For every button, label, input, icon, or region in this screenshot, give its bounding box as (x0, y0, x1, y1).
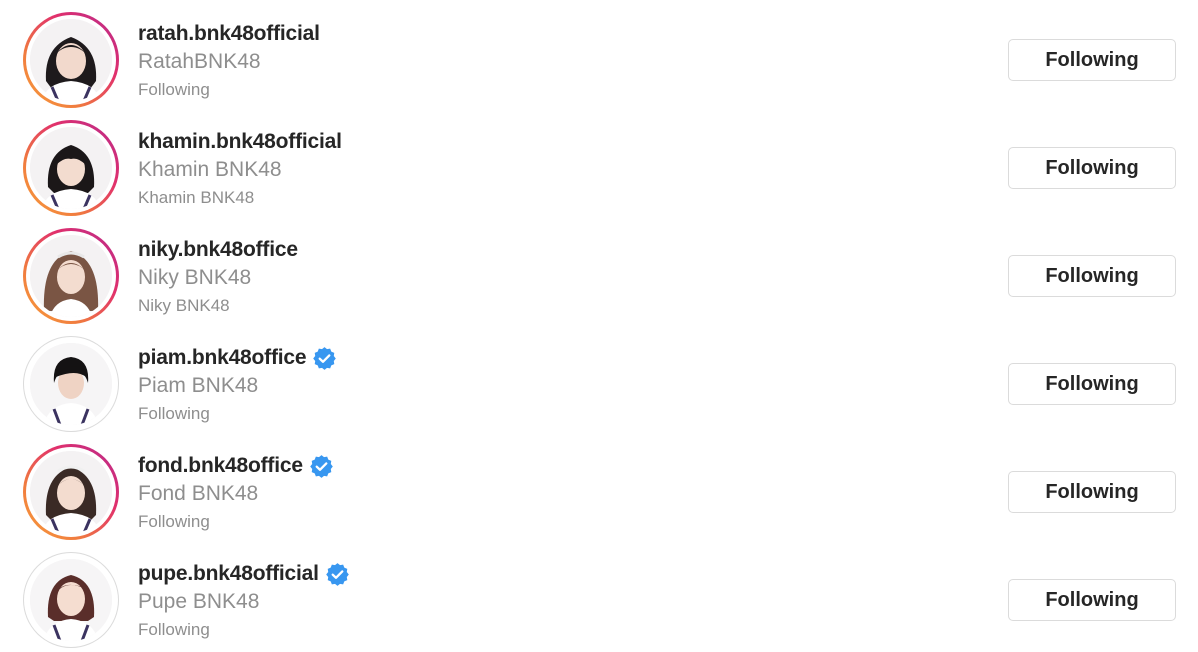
username[interactable]: niky.bnk48office (138, 238, 298, 262)
profile-photo-icon (30, 451, 112, 533)
profile-photo-icon (30, 559, 112, 641)
list-item: piam.bnk48office Piam BNK48 Following Fo… (0, 324, 1198, 432)
following-button[interactable]: Following (1008, 39, 1176, 81)
subtext: Khamin BNK48 (138, 188, 255, 207)
username[interactable]: ratah.bnk48official (138, 22, 320, 46)
verified-badge-icon (310, 454, 333, 478)
story-ring[interactable] (23, 12, 119, 108)
following-button[interactable]: Following (1008, 147, 1176, 189)
username[interactable]: fond.bnk48office (138, 454, 303, 478)
full-name: Niky BNK48 (138, 266, 252, 289)
following-list: ratah.bnk48official RatahBNK48 Following… (0, 0, 1198, 652)
full-name: RatahBNK48 (138, 50, 261, 73)
profile-photo-icon (30, 343, 112, 425)
list-item: pupe.bnk48official Pupe BNK48 Following … (0, 540, 1198, 648)
story-ring[interactable] (23, 444, 119, 540)
subtext: Following (138, 620, 210, 639)
full-name: Khamin BNK48 (138, 158, 282, 181)
verified-badge-icon (325, 562, 349, 586)
full-name: Piam BNK48 (138, 374, 259, 397)
avatar-border[interactable] (23, 552, 119, 648)
full-name: Fond BNK48 (138, 482, 259, 505)
avatar-border[interactable] (23, 336, 119, 432)
subtext: Following (138, 404, 210, 423)
story-ring[interactable] (23, 228, 119, 324)
avatar[interactable] (30, 19, 112, 101)
avatar[interactable] (30, 559, 112, 641)
profile-photo-icon (30, 19, 112, 101)
list-item: ratah.bnk48official RatahBNK48 Following… (0, 0, 1198, 108)
story-ring[interactable] (23, 120, 119, 216)
list-item: khamin.bnk48official Khamin BNK48 Khamin… (0, 108, 1198, 216)
following-button[interactable]: Following (1008, 363, 1176, 405)
subtext: Following (138, 80, 210, 99)
avatar[interactable] (30, 343, 112, 425)
list-item: niky.bnk48office Niky BNK48 Niky BNK48 F… (0, 216, 1198, 324)
following-button[interactable]: Following (1008, 471, 1176, 513)
list-item: fond.bnk48office Fond BNK48 Following Fo… (0, 432, 1198, 540)
avatar[interactable] (30, 127, 112, 209)
subtext: Following (138, 512, 210, 531)
subtext: Niky BNK48 (138, 296, 230, 315)
profile-photo-icon (30, 235, 112, 317)
profile-photo-icon (30, 127, 112, 209)
username[interactable]: pupe.bnk48official (138, 562, 319, 586)
full-name: Pupe BNK48 (138, 590, 260, 613)
avatar[interactable] (30, 235, 112, 317)
username[interactable]: khamin.bnk48official (138, 130, 342, 154)
username[interactable]: piam.bnk48office (138, 346, 307, 370)
verified-badge-icon (313, 346, 337, 370)
avatar[interactable] (30, 451, 112, 533)
following-button[interactable]: Following (1008, 579, 1176, 621)
following-button[interactable]: Following (1008, 255, 1176, 297)
